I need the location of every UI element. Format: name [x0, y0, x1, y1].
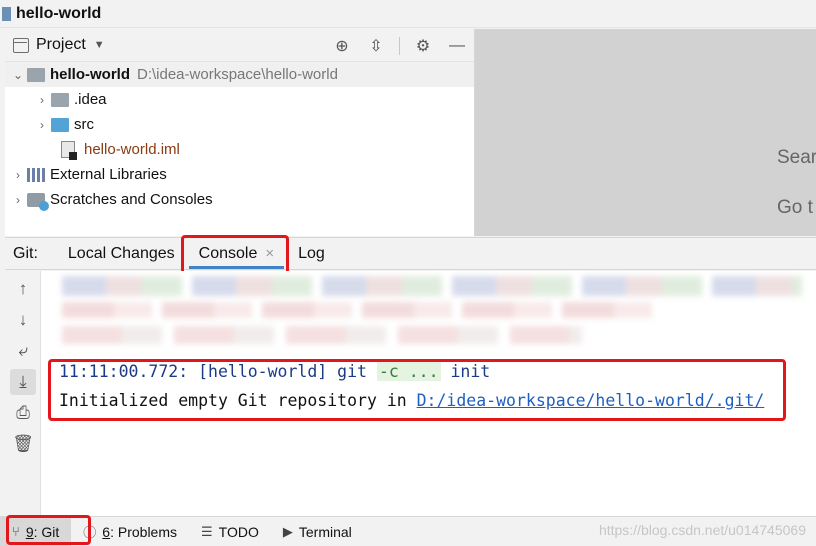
tab-label: Log [298, 244, 325, 262]
toolwindow-terminal-button[interactable]: ▶ Terminal [271, 517, 364, 546]
hide-icon[interactable]: — [446, 35, 468, 57]
editor-hint-search: Sear [777, 147, 816, 168]
tree-item-label: hello-world [50, 66, 130, 83]
window-title: hello-world [16, 4, 102, 22]
soft-wrap-icon[interactable]: ⤶ [10, 338, 36, 364]
library-icon [27, 167, 45, 182]
collapse-all-icon[interactable]: ⇳ [365, 35, 387, 57]
chevron-right-icon[interactable]: › [9, 168, 27, 182]
source-folder-icon [51, 117, 69, 132]
trash-icon[interactable]: 🗑 [10, 431, 36, 457]
toolwindow-shortcut: 6 [102, 523, 111, 540]
project-toolbar: ⊕ ⇳ ⚙ — [331, 35, 468, 57]
tree-item-label: hello-world.iml [84, 141, 180, 158]
git-tool-window-tabs: Git: Local Changes Console × Log [5, 237, 816, 270]
tab-local-changes[interactable]: Local Changes [56, 237, 187, 270]
print-icon[interactable]: ⎙ [10, 400, 36, 426]
tree-item-label: src [74, 116, 94, 133]
todo-icon: ☰ [201, 523, 213, 539]
tree-item-label: External Libraries [50, 166, 167, 183]
project-folder-icon [2, 6, 11, 21]
tree-item-external-libraries[interactable]: › External Libraries [5, 162, 474, 187]
iml-file-icon [61, 141, 77, 160]
toolwindow-label: : Problems [110, 523, 178, 540]
chevron-right-icon[interactable]: › [33, 118, 51, 132]
folder-icon [51, 92, 69, 107]
chevron-down-icon[interactable]: ▼ [94, 39, 105, 51]
redacted-line [62, 276, 802, 296]
gear-icon[interactable]: ⚙ [412, 35, 434, 57]
tree-item-scratches[interactable]: › Scratches and Consoles [5, 187, 474, 212]
console-toolbar: ↑ ↓ ⤶ ⤓ ⎙ 🗑 [5, 271, 41, 516]
tree-item-label: Scratches and Consoles [50, 191, 213, 208]
tree-item-hello-world[interactable]: ⌄ hello-world D:\idea-workspace\hello-wo… [5, 62, 474, 87]
tree-item-iml[interactable]: hello-world.iml [5, 137, 474, 162]
tree-item-path: D:\idea-workspace\hello-world [137, 66, 338, 83]
toolwindow-label: Terminal [298, 523, 352, 540]
chevron-down-icon[interactable]: ⌄ [9, 68, 27, 82]
locate-icon[interactable]: ⊕ [331, 35, 353, 57]
project-view-icon [13, 37, 29, 53]
tree-item-src[interactable]: › src [5, 112, 474, 137]
redacted-line [62, 302, 662, 318]
arrow-down-icon[interactable]: ↓ [10, 307, 36, 333]
editor-hint-goto: Go t [777, 197, 813, 218]
chevron-right-icon[interactable]: › [33, 93, 51, 107]
toolwindow-label: TODO [218, 523, 259, 540]
project-panel: Project ▼ ⊕ ⇳ ⚙ — ⌄ hello-world D:\idea-… [5, 29, 475, 236]
project-tree: ⌄ hello-world D:\idea-workspace\hello-wo… [5, 62, 474, 212]
tab-label: Local Changes [67, 244, 175, 262]
module-folder-icon [27, 67, 45, 82]
git-window-title: Git: [13, 244, 38, 262]
terminal-icon: ▶ [282, 523, 293, 539]
redacted-line [62, 326, 582, 344]
editor-empty-area: Sear Go t [475, 29, 816, 236]
tab-log[interactable]: Log [286, 237, 337, 270]
console-tab-highlight [181, 235, 289, 276]
toolbar-divider [399, 37, 400, 55]
console-output-highlight [48, 359, 786, 421]
tree-item-label: .idea [74, 91, 107, 108]
git-button-highlight [6, 515, 91, 545]
arrow-up-icon[interactable]: ↑ [10, 276, 36, 302]
scratches-icon [27, 192, 49, 211]
title-bar: hello-world [0, 0, 816, 28]
project-view-selector[interactable]: Project [36, 36, 86, 54]
scroll-to-end-icon[interactable]: ⤓ [10, 369, 36, 395]
watermark-text: https://blog.csdn.net/u014745069 [598, 522, 806, 538]
toolwindow-todo-button[interactable]: ☰ TODO [189, 517, 271, 546]
tree-item-idea[interactable]: › .idea [5, 87, 474, 112]
chevron-right-icon[interactable]: › [9, 193, 27, 207]
